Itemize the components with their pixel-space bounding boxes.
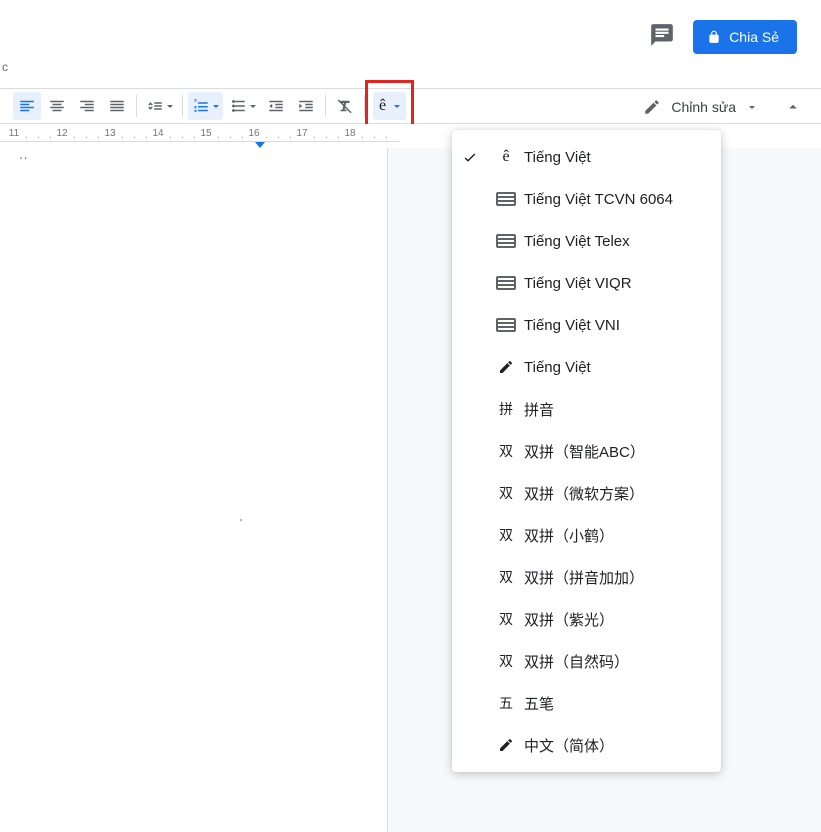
input-method-menu: êTiếng ViệtTiếng Việt TCVN 6064Tiếng Việ… xyxy=(452,130,721,772)
comment-history-icon[interactable] xyxy=(649,22,675,53)
ime-menu-item-label: Tiếng Việt xyxy=(524,359,709,376)
align-right-button[interactable] xyxy=(73,92,101,120)
ime-menu-item-label: Tiếng Việt xyxy=(524,149,709,166)
dropdown-arrow-icon xyxy=(213,105,219,108)
line-spacing-button[interactable] xyxy=(142,92,177,120)
ruler-tick-number: 11 xyxy=(9,128,19,139)
page-text-fragment: ' ' xyxy=(20,156,27,167)
ruler-tick-number: 15 xyxy=(200,128,211,139)
align-left-button[interactable] xyxy=(13,92,41,120)
input-method-button[interactable]: ê xyxy=(373,92,406,120)
cn-shuang-icon: 双 xyxy=(488,441,524,461)
dropdown-arrow-icon xyxy=(749,106,755,109)
dropdown-arrow-icon xyxy=(394,105,400,108)
page-caret-mark: ' xyxy=(240,518,242,529)
decrease-indent-button[interactable] xyxy=(262,92,290,120)
ime-menu-item[interactable]: Tiếng Việt xyxy=(452,346,721,388)
ime-menu-item-label: 双拼（自然码） xyxy=(524,651,709,672)
dropdown-arrow-icon xyxy=(167,105,173,108)
clear-formatting-button[interactable] xyxy=(331,92,359,120)
ime-glyph-icon: ê xyxy=(379,97,386,115)
cn-shuang-icon: 双 xyxy=(488,609,524,629)
cn-shuang-icon: 双 xyxy=(488,525,524,545)
ime-menu-item-label: Tiếng Việt VNI xyxy=(524,317,709,334)
collapse-toolbar-button[interactable] xyxy=(783,97,803,117)
share-button-label: Chia Sẻ xyxy=(729,29,779,45)
cn-pin-icon: 拼 xyxy=(488,399,524,419)
ime-menu-item[interactable]: 五五笔 xyxy=(452,682,721,724)
keyboard-icon xyxy=(488,192,524,206)
ime-menu-item[interactable]: 双双拼（紫光） xyxy=(452,598,721,640)
lock-icon xyxy=(707,30,721,44)
ime-menu-item[interactable]: 双双拼（智能ABC） xyxy=(452,430,721,472)
ime-menu-item[interactable]: Tiếng Việt VNI xyxy=(452,304,721,346)
ime-menu-item-label: 双拼（紫光） xyxy=(524,609,709,630)
ime-menu-item-label: 双拼（智能ABC） xyxy=(524,441,709,462)
edit-mode-selector[interactable]: Chỉnh sửa xyxy=(635,91,763,123)
cn-shuang-icon: 双 xyxy=(488,651,524,671)
ruler-tick-number: 14 xyxy=(152,128,163,139)
keyboard-icon xyxy=(488,276,524,290)
ime-menu-item-label: Tiếng Việt Telex xyxy=(524,233,709,250)
ime-menu-item[interactable]: Tiếng Việt TCVN 6064 xyxy=(452,178,721,220)
glyph-e-icon: ê xyxy=(488,148,524,166)
ime-menu-item-label: 中文（简体） xyxy=(524,735,709,756)
ime-menu-item-label: Tiếng Việt TCVN 6064 xyxy=(524,191,709,208)
keyboard-icon xyxy=(488,234,524,248)
increase-indent-button[interactable] xyxy=(292,92,320,120)
pencil-icon xyxy=(643,98,661,116)
ruler-tick-number: 13 xyxy=(104,128,115,139)
cn-shuang-icon: 双 xyxy=(488,567,524,587)
ime-menu-item[interactable]: êTiếng Việt xyxy=(452,136,721,178)
ime-menu-item[interactable]: 双双拼（自然码） xyxy=(452,640,721,682)
ime-menu-item[interactable]: 拼拼音 xyxy=(452,388,721,430)
ime-menu-item-label: Tiếng Việt VIQR xyxy=(524,275,709,292)
numbered-list-button[interactable] xyxy=(188,92,223,120)
toolbar: ê Chỉnh sửa xyxy=(0,88,821,124)
ime-menu-item[interactable]: 中文（简体） xyxy=(452,724,721,766)
ime-menu-item[interactable]: Tiếng Việt VIQR xyxy=(452,262,721,304)
ime-menu-item-label: 拼音 xyxy=(524,399,709,420)
ime-menu-item[interactable]: Tiếng Việt Telex xyxy=(452,220,721,262)
ruler-tick-number: 17 xyxy=(296,128,307,139)
keyboard-icon xyxy=(488,318,524,332)
ime-menu-item[interactable]: 双双拼（拼音加加） xyxy=(452,556,721,598)
ime-menu-item[interactable]: 双双拼（微软方案） xyxy=(452,472,721,514)
cutoff-fragment: c xyxy=(2,60,8,74)
cn-wu-icon: 五 xyxy=(488,693,524,713)
share-button[interactable]: Chia Sẻ xyxy=(693,20,797,54)
dropdown-arrow-icon xyxy=(250,105,256,108)
ruler-tick-number: 16 xyxy=(248,128,259,139)
ime-menu-item[interactable]: 双双拼（小鹤） xyxy=(452,514,721,556)
ime-menu-item-label: 双拼（微软方案） xyxy=(524,483,709,504)
bulleted-list-button[interactable] xyxy=(225,92,260,120)
ime-menu-item-label: 双拼（拼音加加） xyxy=(524,567,709,588)
ime-menu-item-label: 双拼（小鹤） xyxy=(524,525,709,546)
edit-mode-label: Chỉnh sửa xyxy=(671,99,736,115)
cn-shuang-icon: 双 xyxy=(488,483,524,503)
ruler-tick-number: 12 xyxy=(56,128,67,139)
pencil-icon xyxy=(488,737,524,753)
ime-menu-item-label: 五笔 xyxy=(524,693,709,714)
check-icon xyxy=(452,149,488,165)
ruler-tick-number: 18 xyxy=(344,128,355,139)
align-center-button[interactable] xyxy=(43,92,71,120)
pencil-icon xyxy=(488,359,524,375)
document-page[interactable]: ' ' ' xyxy=(0,148,388,832)
align-justify-button[interactable] xyxy=(103,92,131,120)
